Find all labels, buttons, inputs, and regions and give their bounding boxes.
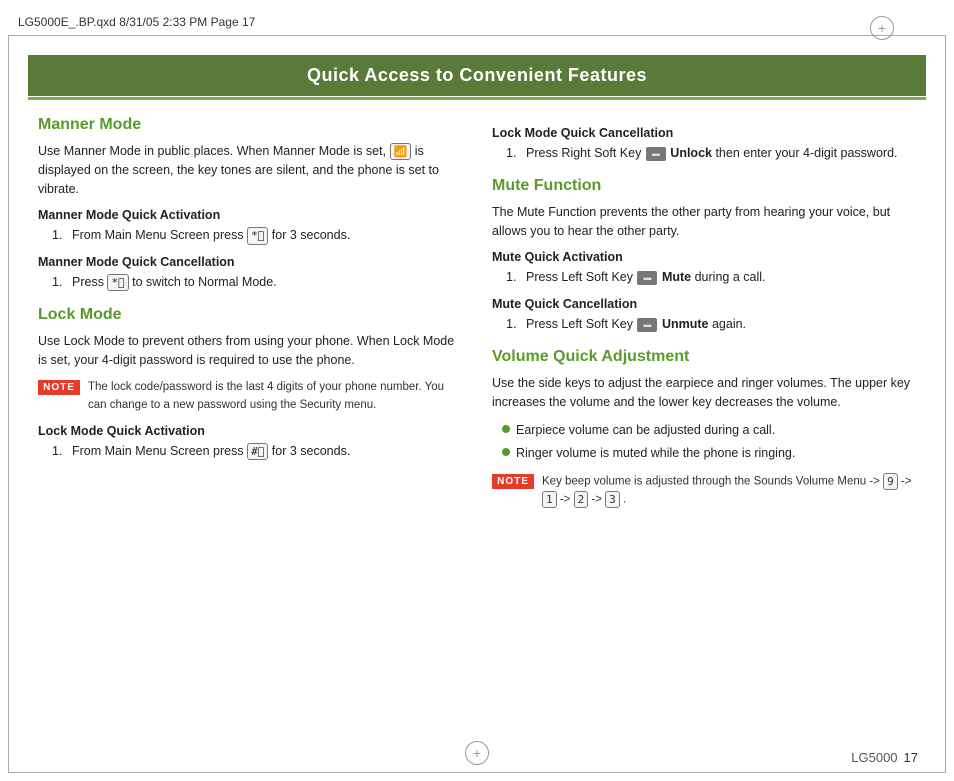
manner-mode-body: Use Manner Mode in public places. When M… xyxy=(38,142,462,198)
manner-mode-section: Manner Mode Use Manner Mode in public pl… xyxy=(38,116,462,292)
volume-bullet-list: Earpiece volume can be adjusted during a… xyxy=(492,421,916,463)
vol-key-3: 3 xyxy=(605,491,620,508)
lock-mode-section: Lock Mode Use Lock Mode to prevent other… xyxy=(38,306,462,461)
manner-cancellation-step: 1. Press *⃣ to switch to Normal Mode. xyxy=(52,273,462,292)
volume-title: Volume Quick Adjustment xyxy=(492,348,916,366)
lock-activation-step: 1. From Main Menu Screen press #⃣ for 3 … xyxy=(52,442,462,461)
lock-activation-key: #⃣ xyxy=(247,443,268,460)
unlock-label: Unlock xyxy=(670,146,712,160)
bullet-dot-2 xyxy=(502,448,510,456)
footer-brand: LG5000 xyxy=(851,750,897,765)
left-softkey-icon-mute xyxy=(637,271,657,285)
volume-bullet-1: Earpiece volume can be adjusted during a… xyxy=(502,421,916,440)
mute-function-body: The Mute Function prevents the other par… xyxy=(492,203,916,241)
volume-section: Volume Quick Adjustment Use the side key… xyxy=(492,348,916,509)
manner-activation-step: 1. From Main Menu Screen press *⃣ for 3 … xyxy=(52,226,462,245)
manner-icon: 📶 xyxy=(390,143,412,160)
content-area: Manner Mode Use Manner Mode in public pl… xyxy=(38,108,916,731)
bullet-dot-1 xyxy=(502,425,510,433)
vol-key-1: 1 xyxy=(542,491,557,508)
lock-cancel-step: 1. Press Right Soft Key Unlock then ente… xyxy=(506,144,916,163)
reg-mark-bottom xyxy=(465,741,489,765)
mute-cancel-step: 1. Press Left Soft Key Unmute again. xyxy=(506,315,916,334)
file-header: LG5000E_.BP.qxd 8/31/05 2:33 PM Page 17 xyxy=(8,8,946,36)
page-title: Quick Access to Convenient Features xyxy=(28,55,926,96)
volume-bullet-2-text: Ringer volume is muted while the phone i… xyxy=(516,444,795,463)
lock-note-text: The lock code/password is the last 4 dig… xyxy=(88,379,462,414)
left-softkey-icon-unmute xyxy=(637,318,657,332)
right-softkey-icon xyxy=(646,147,666,161)
page-footer: LG5000 17 xyxy=(851,750,918,765)
volume-bullet-1-text: Earpiece volume can be adjusted during a… xyxy=(516,421,775,440)
lock-cancel-title: Lock Mode Quick Cancellation xyxy=(492,126,916,140)
manner-activation-title: Manner Mode Quick Activation xyxy=(38,208,462,222)
mute-function-title: Mute Function xyxy=(492,177,916,195)
left-column: Manner Mode Use Manner Mode in public pl… xyxy=(38,108,462,731)
lock-note-label: NOTE xyxy=(38,380,80,395)
volume-note-box: NOTE Key beep volume is adjusted through… xyxy=(492,473,916,509)
lock-mode-title: Lock Mode xyxy=(38,306,462,324)
mute-function-section: Mute Function The Mute Function prevents… xyxy=(492,177,916,334)
mute-label: Mute xyxy=(662,270,691,284)
volume-bullet-2: Ringer volume is muted while the phone i… xyxy=(502,444,916,463)
lock-activation-title: Lock Mode Quick Activation xyxy=(38,424,462,438)
mute-activation-title: Mute Quick Activation xyxy=(492,250,916,264)
lock-cancellation-section: Lock Mode Quick Cancellation 1. Press Ri… xyxy=(492,126,916,163)
right-column: Lock Mode Quick Cancellation 1. Press Ri… xyxy=(492,108,916,731)
title-accent-line xyxy=(28,97,926,100)
volume-body: Use the side keys to adjust the earpiece… xyxy=(492,374,916,412)
vol-key-9: 9 xyxy=(883,473,898,490)
file-header-text: LG5000E_.BP.qxd 8/31/05 2:33 PM Page 17 xyxy=(18,15,255,29)
manner-cancellation-title: Manner Mode Quick Cancellation xyxy=(38,255,462,269)
vol-key-2: 2 xyxy=(574,491,589,508)
unmute-label: Unmute xyxy=(662,317,709,331)
manner-cancel-key: *⃣ xyxy=(107,274,128,291)
manner-activation-key: *⃣ xyxy=(247,227,268,244)
lock-mode-body: Use Lock Mode to prevent others from usi… xyxy=(38,332,462,370)
volume-note-label: NOTE xyxy=(492,474,534,489)
mute-cancel-title: Mute Quick Cancellation xyxy=(492,297,916,311)
mute-activation-step: 1. Press Left Soft Key Mute during a cal… xyxy=(506,268,916,287)
reg-mark-top xyxy=(870,16,894,40)
volume-note-text: Key beep volume is adjusted through the … xyxy=(542,473,916,509)
lock-note-box: NOTE The lock code/password is the last … xyxy=(38,379,462,414)
footer-page: 17 xyxy=(904,750,918,765)
manner-mode-title: Manner Mode xyxy=(38,116,462,134)
